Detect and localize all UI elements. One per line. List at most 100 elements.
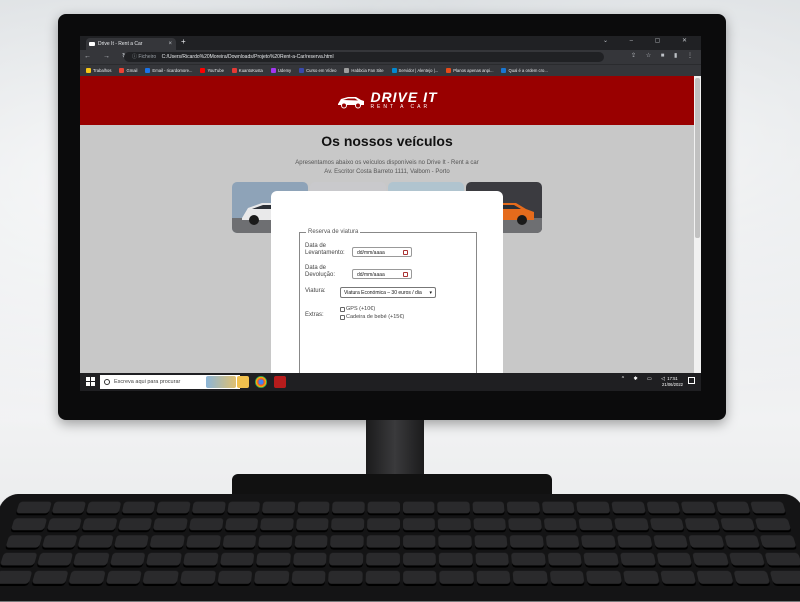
keyboard-key (473, 518, 507, 533)
checkbox-icon[interactable] (340, 314, 345, 320)
keyboard-key (4, 535, 42, 550)
keyboard-key (261, 501, 296, 516)
extras-label: Extras: (305, 312, 324, 318)
screen: Drive It - Rent a Car × + ⌄ – ▢ ✕ ← → ↻ … (80, 36, 701, 391)
window-controls[interactable]: ⌄ – ▢ ✕ (603, 37, 697, 44)
keyboard-key (72, 552, 110, 568)
header-banner: DRIVE IT RENT A CAR (80, 76, 694, 125)
keyboard-key (402, 552, 437, 568)
bookmark-icon (344, 68, 350, 73)
keyboard-key (474, 535, 508, 550)
return-date-value: dd/mm/aaaa (357, 272, 385, 278)
bookmark-icon (270, 68, 276, 73)
bookmark-item[interactable]: Gmail (119, 68, 137, 73)
tab-drive-it[interactable]: Drive It - Rent a Car × (86, 38, 176, 50)
checkbox-icon[interactable] (340, 306, 345, 312)
keyboard-key (81, 518, 118, 533)
keyboard-key (438, 535, 472, 550)
keyboard-key (547, 552, 583, 568)
bookmark-item[interactable]: Habbcia Fan Site (344, 68, 384, 73)
bookmark-icon (231, 68, 237, 73)
keyboard-key (216, 570, 253, 586)
keyboard-key (0, 552, 37, 568)
keyboard-key (509, 535, 545, 550)
taskbar: Escreva aqui para procurar ^ ✱ ▭ ◁ 17:51… (80, 373, 701, 391)
reservation-fieldset: Reserva de viatura Data de Levantamento:… (299, 229, 477, 373)
car-logo-icon (338, 96, 365, 108)
bookmark-item[interactable]: Planos apenas anpi... (446, 68, 493, 73)
extra-seat-checkbox[interactable]: Cadeira de bebé (+15€) (340, 314, 404, 320)
keyboard-key (182, 552, 219, 568)
keyboard-key (617, 535, 653, 550)
logo[interactable]: DRIVE IT RENT A CAR (336, 89, 438, 110)
keyboard-key (255, 552, 291, 568)
windows-start-icon[interactable] (86, 377, 95, 386)
keyboard-key (117, 518, 153, 533)
keyboard-key (145, 552, 182, 568)
bookmark-item[interactable]: KuantoKusta (231, 68, 263, 73)
keyboard-keys (0, 501, 800, 586)
keyboard-key (149, 535, 185, 550)
keyboard-key (253, 570, 290, 586)
bookmark-item[interactable]: Servidor | Alentejo |... (391, 68, 438, 73)
url-text: C:/Users/Ricardo%20Moreira/Downloads/Pro… (161, 54, 334, 60)
keyboard-key (294, 535, 328, 550)
return-date-input[interactable]: dd/mm/aaaa (352, 269, 412, 279)
reservation-card: Reserva de viatura Data de Levantamento:… (271, 191, 503, 373)
keyboard-key (512, 570, 549, 586)
weather-widget-icon[interactable] (206, 376, 236, 388)
keyboard-key (620, 552, 657, 568)
tab-title: Drive It - Rent a Car (98, 41, 143, 47)
bookmark-label: Planos apenas anpi... (453, 68, 494, 73)
vehicle-select[interactable]: Viatura Económica – 30 euros / dia ▾ (340, 287, 436, 298)
calendar-icon[interactable] (403, 272, 408, 277)
close-icon[interactable]: × (168, 38, 172, 50)
file-label: ⓘ Ficheiro (132, 54, 157, 60)
bookmark-item[interactable]: Qual é a ordem cro... (501, 68, 548, 73)
new-tab-button[interactable]: + (181, 37, 186, 46)
keyboard-key (185, 535, 221, 550)
keyboard-key (68, 570, 106, 586)
scrollbar-thumb[interactable] (695, 78, 700, 238)
keyboard-key (437, 501, 470, 516)
page-scrollbar[interactable] (694, 76, 701, 373)
url-input[interactable]: ⓘ Ficheiro C:/Users/Ricardo%20Moreira/Do… (124, 52, 604, 62)
keyboard-key (684, 518, 721, 533)
keyboard-key (402, 501, 435, 516)
keyboard-key (50, 501, 87, 516)
pickup-date-input[interactable]: dd/mm/aaaa (352, 247, 412, 257)
filezilla-icon[interactable] (274, 376, 286, 388)
keyboard-key (366, 535, 400, 550)
chrome-icon[interactable] (255, 376, 267, 388)
calendar-icon[interactable] (403, 250, 408, 255)
extra-seat-label: Cadeira de bebé (+15€) (346, 314, 405, 320)
keyboard-key (578, 518, 614, 533)
keyboard-key (545, 535, 581, 550)
keyboard-key (10, 518, 47, 533)
bookmark-label: Udemy (277, 68, 292, 73)
extensions-icons[interactable]: ⇪ ☆ ■ ▮ ⋮ (631, 52, 697, 59)
extra-gps-checkbox[interactable]: GPS (+10€) (340, 306, 375, 312)
clock[interactable]: 17:51 21/06/2022 (662, 376, 683, 388)
bookmark-item[interactable]: Email - ricardomore... (145, 68, 192, 73)
keyboard-key (41, 535, 78, 550)
keyboard-key (715, 501, 752, 516)
bookmark-item[interactable]: Trabalhos (86, 68, 111, 73)
file-explorer-icon[interactable] (237, 376, 249, 388)
keyboard-key (109, 552, 146, 568)
vehicle-label: Viatura: (305, 288, 326, 294)
keyboard-key (226, 501, 261, 516)
bookmark-item[interactable]: Curso em Vídeo (299, 68, 336, 73)
keyboard-key (188, 518, 224, 533)
car-icon (89, 42, 95, 46)
notification-icon[interactable] (688, 377, 695, 384)
bookmark-item[interactable]: Udemy (270, 68, 292, 73)
bookmark-item[interactable]: YouTube (200, 68, 224, 73)
keyboard-key (506, 501, 541, 516)
keyboard-key (45, 518, 83, 533)
web-page: DRIVE IT RENT A CAR Os nossos veículos A… (80, 76, 694, 373)
logo-name: DRIVE IT (370, 89, 438, 105)
return-label-line2: Devolução: (305, 272, 336, 278)
keyboard-key (77, 535, 114, 550)
keyboard-key (331, 518, 365, 533)
